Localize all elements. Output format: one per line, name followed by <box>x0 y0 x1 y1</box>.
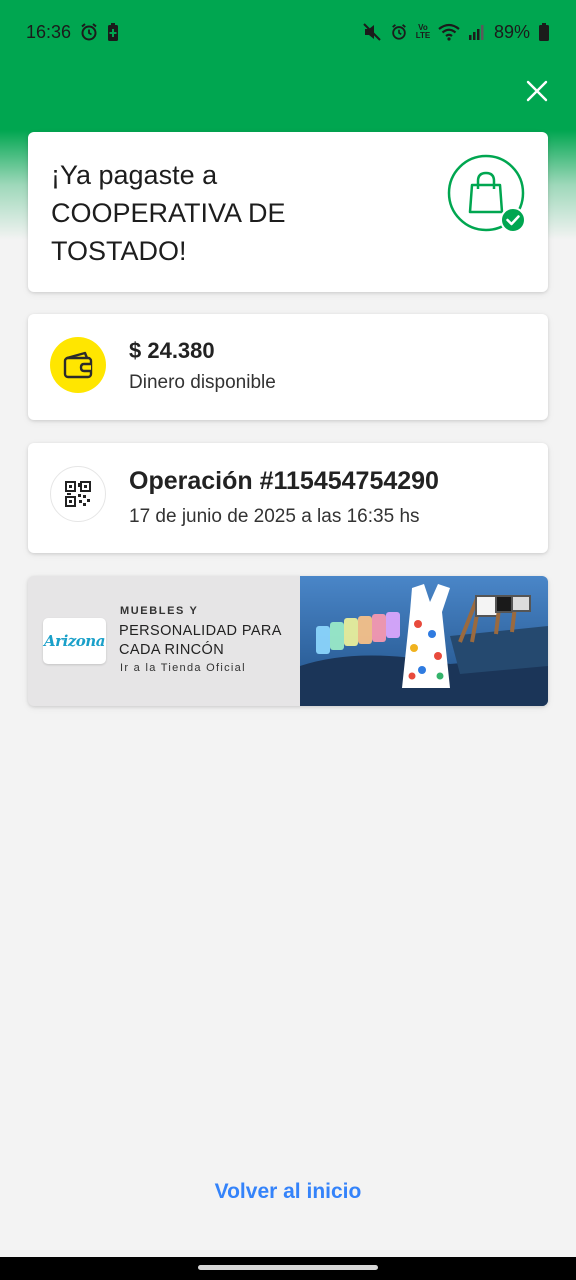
alarm-icon <box>390 23 408 41</box>
payment-success-card: ¡Ya pagaste a COOPERATIVA DE TOSTADO! <box>28 132 548 292</box>
status-time: 16:36 <box>26 21 72 42</box>
brand-logo: Arizona <box>43 618 106 664</box>
balance-amount: $ 24.380 <box>129 338 215 363</box>
mute-icon <box>362 22 382 42</box>
wifi-icon <box>438 23 460 41</box>
operation-card[interactable]: Operación #115454754290 17 de junio de 2… <box>28 443 548 553</box>
battery-saver-icon <box>107 22 119 42</box>
ad-product-image <box>270 576 548 706</box>
battery-percent: 89% <box>493 21 530 42</box>
wallet-icon <box>50 337 106 393</box>
ad-line-2: PERSONALIDAD PARA CADA RINCÓN <box>119 623 282 658</box>
shopping-bag-check-icon <box>447 154 526 233</box>
back-to-home-link[interactable]: Volver al inicio <box>0 1180 576 1204</box>
operation-title: Operación #115454754290 <box>129 467 439 495</box>
alarm-icon <box>79 22 99 42</box>
volte-icon: Vo LTE <box>415 23 431 40</box>
ad-line-1: MUEBLES Y <box>120 605 199 617</box>
signal-icon <box>468 23 486 41</box>
home-gesture-handle[interactable] <box>198 1265 378 1270</box>
close-icon <box>526 80 548 107</box>
qr-code-icon <box>50 466 106 522</box>
operation-date: 17 de junio de 2025 a las 16:35 hs <box>129 506 420 527</box>
close-button[interactable] <box>520 76 554 110</box>
status-bar: 16:36 Vo LTE 89% <box>0 0 576 64</box>
ad-store-link[interactable]: Ir a la Tienda Oficial <box>120 662 246 674</box>
success-title: ¡Ya pagaste a COOPERATIVA DE TOSTADO! <box>51 160 286 266</box>
battery-icon <box>538 22 550 42</box>
balance-card[interactable]: $ 24.380 Dinero disponible <box>28 314 548 420</box>
store-ad-banner[interactable]: Arizona MUEBLES Y PERSONALIDAD PARA CADA… <box>28 576 548 706</box>
balance-label: Dinero disponible <box>129 372 276 393</box>
